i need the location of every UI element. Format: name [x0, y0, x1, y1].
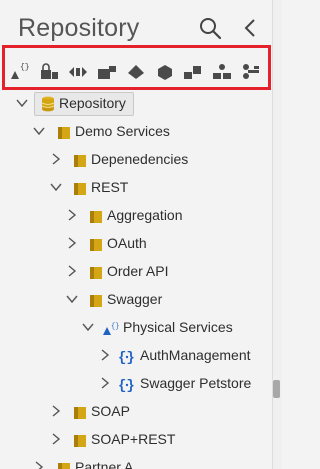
blocks-icon	[184, 66, 201, 79]
tree-row-swagger-petstore[interactable]: {} Swagger Petstore	[0, 370, 272, 398]
folder-shape-icon	[98, 66, 116, 79]
chevron-down-icon[interactable]	[50, 181, 62, 193]
tree-row-soap-rest[interactable]: SOAP+REST	[0, 426, 272, 454]
folder-icon	[56, 124, 72, 140]
chevron-right-icon[interactable]	[66, 237, 78, 249]
tree-row-order-api[interactable]: Order API	[0, 258, 272, 286]
folder-icon	[88, 264, 104, 280]
chevron-right-icon[interactable]	[50, 153, 62, 165]
chevron-right-icon[interactable]	[66, 265, 78, 277]
svg-text:{}: {}	[111, 323, 119, 331]
tree-row-partner-a[interactable]: Partner A	[0, 454, 272, 469]
database-icon	[40, 96, 56, 112]
tag-icon	[128, 65, 144, 79]
add-api-button[interactable]: {}	[9, 58, 33, 82]
svg-text:{}: {}	[20, 63, 30, 72]
tree-row-swagger[interactable]: Swagger	[0, 286, 272, 314]
folder-icon	[72, 404, 88, 420]
tree-row-rest[interactable]: REST	[0, 174, 272, 202]
chevron-right-icon[interactable]	[50, 405, 62, 417]
chevron-down-icon[interactable]	[16, 97, 28, 109]
tree-label[interactable]: Depenedencies	[91, 151, 188, 167]
chevron-right-icon[interactable]	[33, 461, 45, 469]
lock-icon	[41, 63, 58, 79]
tree-label[interactable]: SOAP+REST	[91, 431, 175, 447]
tree-label[interactable]: REST	[91, 179, 128, 195]
scrollbar-thumb[interactable]	[273, 380, 280, 398]
chevron-left-icon[interactable]	[238, 16, 264, 42]
chevron-right-icon[interactable]	[99, 349, 111, 361]
tree-row-dependencies[interactable]: Depenedencies	[0, 146, 272, 174]
repository-toolbar: {}	[2, 45, 271, 90]
folder-icon	[88, 208, 104, 224]
chevron-down-icon[interactable]	[33, 125, 45, 137]
folder-icon	[88, 292, 104, 308]
tree-label[interactable]: Partner A	[75, 459, 133, 469]
chevron-right-icon[interactable]	[50, 433, 62, 445]
lock-button[interactable]	[38, 58, 62, 82]
tree-row-demo-services[interactable]: Demo Services	[0, 118, 272, 146]
tree-label[interactable]: Aggregation	[107, 207, 183, 223]
code-diamond-icon	[69, 67, 87, 77]
api-braces-icon: {}	[118, 376, 135, 392]
tree-row-aggregation[interactable]: Aggregation	[0, 202, 272, 230]
tree-label[interactable]: Demo Services	[75, 123, 170, 139]
search-icon[interactable]	[198, 16, 224, 42]
tree-row-oauth[interactable]: OAuth	[0, 230, 272, 258]
tree-label[interactable]: Swagger	[107, 291, 162, 307]
folder-icon	[72, 152, 88, 168]
chevron-right-icon[interactable]	[66, 209, 78, 221]
tree-row-physical-services[interactable]: {} Physical Services	[0, 314, 272, 342]
tree-row-soap[interactable]: SOAP	[0, 398, 272, 426]
chevron-down-icon[interactable]	[82, 321, 94, 333]
tree-label[interactable]: Repository	[59, 95, 126, 111]
cube-icon	[158, 65, 172, 80]
api-braces-icon: {}	[118, 348, 135, 364]
tree-row-auth-management[interactable]: {} AuthManagement	[0, 342, 272, 370]
tree-label[interactable]: Swagger Petstore	[140, 375, 251, 391]
repository-panel: Repository {} Repository Demo Services D…	[0, 0, 272, 469]
tag-button[interactable]	[124, 58, 148, 82]
chevron-down-icon[interactable]	[66, 293, 78, 305]
blocks-button[interactable]	[181, 58, 205, 82]
users-icon	[213, 64, 231, 79]
tree-label[interactable]: Physical Services	[123, 319, 233, 335]
folder-icon	[72, 432, 88, 448]
api-triangle-icon: {}	[102, 320, 119, 336]
tree-label[interactable]: OAuth	[107, 235, 147, 251]
users-button[interactable]	[210, 58, 234, 82]
connect-button[interactable]	[238, 58, 262, 82]
tree-label[interactable]: Order API	[107, 263, 168, 279]
connect-icon	[243, 64, 259, 79]
repository-tree: Repository Demo Services Depenedencies R…	[0, 90, 272, 469]
folder-icon	[88, 236, 104, 252]
panel-header: Repository	[0, 0, 272, 46]
tree-label[interactable]: AuthManagement	[140, 347, 251, 363]
tree-label[interactable]: SOAP	[91, 403, 130, 419]
panel-title: Repository	[18, 14, 140, 42]
tree-row-repository[interactable]: Repository	[0, 90, 272, 118]
api-triangle-icon: {}	[11, 63, 30, 79]
chevron-right-icon[interactable]	[99, 377, 111, 389]
folder-icon	[56, 460, 72, 469]
code-button[interactable]	[66, 58, 90, 82]
folder-icon	[72, 180, 88, 196]
folder-shape-button[interactable]	[95, 58, 119, 82]
scrollbar-track[interactable]	[272, 0, 282, 469]
cube-button[interactable]	[153, 58, 177, 82]
